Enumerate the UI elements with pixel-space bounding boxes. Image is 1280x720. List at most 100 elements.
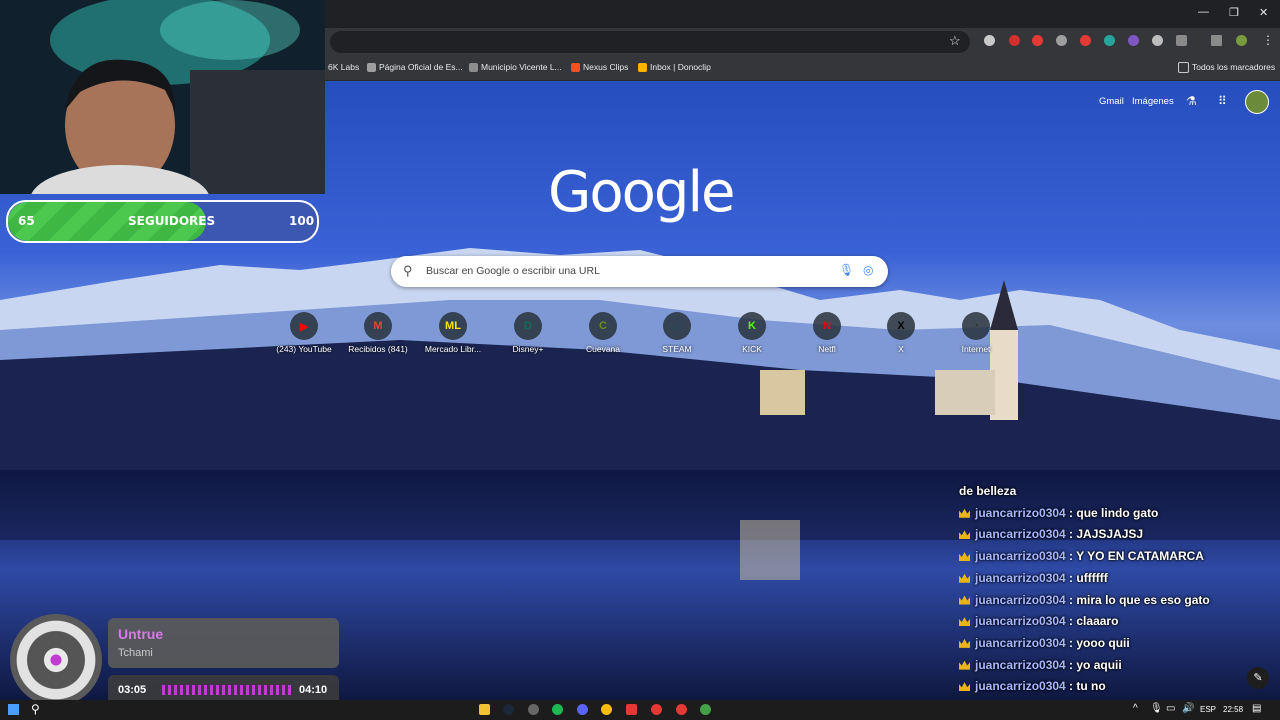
shortcut-tile[interactable]: C Cuevana [573, 312, 633, 354]
chat-text: : Y YO EN CATAMARCA [1065, 549, 1204, 564]
search-icon: ⚲ [403, 263, 413, 278]
language-indicator[interactable]: ESP [1200, 705, 1216, 714]
chat-message: juancarrizo0304 : JAJSJAJSJ [959, 527, 1143, 541]
shortcut-tile[interactable]: D Disney+ [498, 312, 558, 354]
bookmark-star-icon[interactable]: ☆ [949, 33, 961, 49]
network-icon[interactable]: ▭ [1166, 703, 1175, 714]
followers-goal: 100 [289, 214, 315, 228]
windows-start-icon[interactable] [8, 704, 19, 715]
images-link[interactable]: Imágenes [1132, 96, 1174, 107]
microphone-icon[interactable]: 🎙 [1150, 703, 1163, 714]
song-title: Untrue [118, 626, 164, 642]
shortcut-tile[interactable]: ML Mercado Libr... [423, 312, 483, 354]
shortcut-label: Internet [961, 344, 991, 354]
shortcut-tile[interactable]: ▶ (243) YouTube [274, 312, 334, 354]
crown-badge-icon [959, 617, 970, 627]
shortcut-tile[interactable]: K KICK [722, 312, 782, 354]
bookmark-item[interactable]: Página Oficial de Es... [367, 60, 463, 74]
profile-avatar[interactable] [1236, 35, 1247, 46]
shortcut-label: Disney+ [512, 344, 544, 354]
extension-icon[interactable] [1009, 35, 1020, 46]
file-explorer-icon[interactable] [479, 704, 490, 715]
shortcut-tile[interactable]: ◔ Internet [946, 312, 1006, 354]
account-avatar[interactable] [1245, 90, 1269, 114]
shortcut-label: Mercado Libr... [424, 344, 482, 354]
app-icon[interactable] [676, 704, 687, 715]
shortcut-tile[interactable]: S STEAM [647, 312, 707, 354]
apps-grid-icon[interactable]: ⠿ [1218, 94, 1227, 108]
chat-username: juancarrizo0304 [975, 527, 1066, 542]
customize-pencil-icon[interactable]: ✎ [1247, 667, 1269, 689]
shortcut-label: X [898, 344, 904, 354]
shortcut-tile[interactable]: N Netfl [797, 312, 857, 354]
chat-text: : que lindo gato [1065, 505, 1159, 520]
crown-badge-icon [959, 573, 970, 583]
puzzle-icon[interactable] [1176, 35, 1187, 46]
show-hidden-icons-icon[interactable]: ^ [1133, 703, 1138, 714]
extension-icon[interactable] [984, 35, 995, 46]
followers-goal-bar: 65 SEGUIDORES 100 [6, 200, 319, 243]
chat-message: juancarrizo0304 : mira lo que es eso gat… [959, 593, 1210, 607]
extension-icon[interactable] [1056, 35, 1067, 46]
xbox-icon[interactable] [700, 704, 711, 715]
app-icon[interactable] [651, 704, 662, 715]
bookmark-favicon-icon [367, 62, 376, 72]
chat-username: juancarrizo0304 [975, 657, 1066, 672]
chat-username: juancarrizo0304 [975, 570, 1066, 585]
chat-username: juancarrizo0304 [975, 635, 1066, 650]
app-icon[interactable] [528, 704, 539, 715]
microphone-icon[interactable]: 🎙 [839, 263, 854, 277]
menu-icon[interactable]: ⋮ [1262, 33, 1274, 47]
reading-list-icon[interactable] [1211, 35, 1222, 46]
bookmark-item[interactable]: 6K Labs [328, 60, 359, 74]
gmail-icon: M [364, 312, 392, 340]
discord-icon[interactable] [577, 704, 588, 715]
search-icon[interactable]: ⚲ [31, 702, 40, 716]
now-playing-card: Untrue Tchami [108, 618, 339, 668]
extension-icon[interactable] [1128, 35, 1139, 46]
vinyl-record-icon [10, 614, 102, 706]
lens-camera-icon[interactable]: ◎ [863, 263, 873, 277]
bookmark-item[interactable]: Municipio Vicente L... [469, 60, 562, 74]
folder-icon [1178, 61, 1189, 73]
clock[interactable]: 22:58 [1223, 705, 1243, 714]
search-box[interactable]: ⚲ Buscar en Google o escribir una URL 🎙 … [391, 256, 888, 287]
close-icon[interactable]: ✕ [1259, 6, 1268, 19]
bookmark-favicon-icon [469, 62, 478, 72]
chat-username: juancarrizo0304 [975, 549, 1066, 564]
shortcut-tile[interactable]: M Recibidos (841) [348, 312, 408, 354]
extension-icon[interactable] [1152, 35, 1163, 46]
chat-message: de belleza [959, 484, 1016, 498]
minimize-icon[interactable]: — [1198, 6, 1209, 18]
chrome-icon[interactable] [601, 704, 612, 715]
extension-icon[interactable] [1104, 35, 1115, 46]
maximize-icon[interactable]: ❐ [1229, 6, 1239, 19]
elapsed-time: 03:05 [118, 684, 147, 696]
bookmark-favicon-icon [638, 62, 647, 72]
adblock-icon[interactable] [1032, 35, 1043, 46]
audio-waveform [162, 685, 292, 695]
bookmark-item[interactable]: Inbox | Donoclip [638, 60, 711, 74]
cuevana-icon: C [589, 312, 617, 340]
extension-icon[interactable] [1080, 35, 1091, 46]
chat-text: : mira lo que es eso gato [1065, 592, 1210, 607]
volume-icon[interactable]: 🔊 [1182, 703, 1194, 714]
bookmark-item[interactable]: Nexus Clips [571, 60, 628, 74]
shortcut-label: KICK [742, 344, 762, 354]
shortcut-label: Netfl [818, 344, 836, 354]
webcam-image [0, 0, 325, 194]
all-bookmarks[interactable]: Todos los marcadores [1178, 60, 1275, 74]
netflix-icon: N [813, 312, 841, 340]
x-icon: X [887, 312, 915, 340]
shortcut-tile[interactable]: XX [871, 312, 931, 354]
labs-flask-icon[interactable]: ⚗ [1186, 94, 1197, 108]
chat-text: de belleza [959, 484, 1017, 498]
spotify-icon[interactable] [552, 704, 563, 715]
brave-icon[interactable] [626, 704, 637, 715]
address-bar[interactable] [330, 31, 970, 53]
notifications-icon[interactable]: ▤ [1252, 703, 1261, 714]
followers-label: SEGUIDORES [128, 214, 216, 228]
steam-icon[interactable] [503, 704, 514, 715]
chat-text: : uffffff [1065, 570, 1108, 585]
gmail-link[interactable]: Gmail [1099, 96, 1124, 107]
